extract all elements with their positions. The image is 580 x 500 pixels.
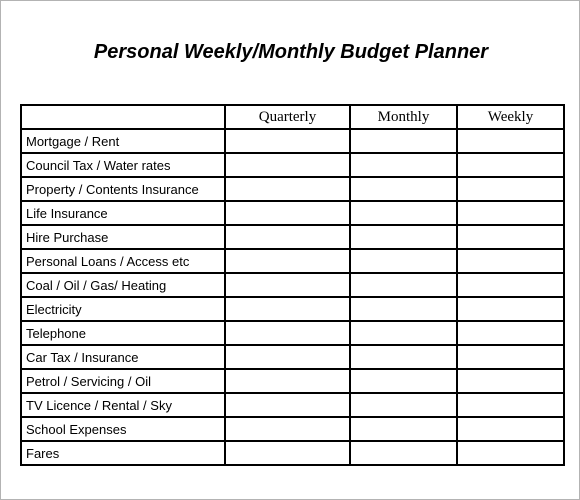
- row-label: Petrol / Servicing / Oil: [20, 368, 226, 394]
- monthly-cell[interactable]: [349, 272, 458, 298]
- document-title: Personal Weekly/Monthly Budget Planner: [93, 41, 489, 63]
- weekly-cell[interactable]: [456, 272, 565, 298]
- quarterly-cell[interactable]: [224, 152, 351, 178]
- weekly-cell[interactable]: [456, 152, 565, 178]
- row-label: Property / Contents Insurance: [20, 176, 226, 202]
- quarterly-cell[interactable]: [224, 272, 351, 298]
- row-label: Mortgage / Rent: [20, 128, 226, 154]
- weekly-cell[interactable]: [456, 248, 565, 274]
- header-row: Quarterly Monthly Weekly: [20, 104, 565, 130]
- quarterly-cell[interactable]: [224, 176, 351, 202]
- table-row: Life Insurance: [20, 200, 565, 226]
- row-label: Personal Loans / Access etc: [20, 248, 226, 274]
- budget-table: Quarterly Monthly Weekly Mortgage / Rent…: [20, 104, 565, 466]
- row-label: Life Insurance: [20, 200, 226, 226]
- quarterly-cell[interactable]: [224, 248, 351, 274]
- weekly-cell[interactable]: [456, 128, 565, 154]
- weekly-cell[interactable]: [456, 296, 565, 322]
- monthly-cell[interactable]: [349, 344, 458, 370]
- table-row: Petrol / Servicing / Oil: [20, 368, 565, 394]
- monthly-cell[interactable]: [349, 248, 458, 274]
- row-label: Hire Purchase: [20, 224, 226, 250]
- quarterly-cell[interactable]: [224, 296, 351, 322]
- weekly-cell[interactable]: [456, 200, 565, 226]
- table-row: Personal Loans / Access etc: [20, 248, 565, 274]
- monthly-cell[interactable]: [349, 416, 458, 442]
- table-row: TV Licence / Rental / Sky: [20, 392, 565, 418]
- quarterly-cell[interactable]: [224, 416, 351, 442]
- quarterly-cell[interactable]: [224, 224, 351, 250]
- weekly-cell[interactable]: [456, 176, 565, 202]
- monthly-cell[interactable]: [349, 392, 458, 418]
- monthly-cell[interactable]: [349, 224, 458, 250]
- table-row: School Expenses: [20, 416, 565, 442]
- table-row: Council Tax / Water rates: [20, 152, 565, 178]
- monthly-cell[interactable]: [349, 128, 458, 154]
- weekly-cell[interactable]: [456, 320, 565, 346]
- row-label: Council Tax / Water rates: [20, 152, 226, 178]
- weekly-cell[interactable]: [456, 440, 565, 466]
- monthly-cell[interactable]: [349, 296, 458, 322]
- monthly-cell[interactable]: [349, 440, 458, 466]
- header-quarterly: Quarterly: [224, 104, 351, 130]
- monthly-cell[interactable]: [349, 368, 458, 394]
- table-row: Hire Purchase: [20, 224, 565, 250]
- row-label: School Expenses: [20, 416, 226, 442]
- table-row: Coal / Oil / Gas/ Heating: [20, 272, 565, 298]
- row-label: Car Tax / Insurance: [20, 344, 226, 370]
- row-label: Telephone: [20, 320, 226, 346]
- header-weekly: Weekly: [456, 104, 565, 130]
- header-category: [20, 104, 226, 130]
- quarterly-cell[interactable]: [224, 320, 351, 346]
- table-row: Car Tax / Insurance: [20, 344, 565, 370]
- row-label: Fares: [20, 440, 226, 466]
- row-label: Electricity: [20, 296, 226, 322]
- monthly-cell[interactable]: [349, 176, 458, 202]
- row-label: Coal / Oil / Gas/ Heating: [20, 272, 226, 298]
- monthly-cell[interactable]: [349, 200, 458, 226]
- row-label: TV Licence / Rental / Sky: [20, 392, 226, 418]
- monthly-cell[interactable]: [349, 320, 458, 346]
- quarterly-cell[interactable]: [224, 392, 351, 418]
- table-row: Electricity: [20, 296, 565, 322]
- monthly-cell[interactable]: [349, 152, 458, 178]
- quarterly-cell[interactable]: [224, 128, 351, 154]
- quarterly-cell[interactable]: [224, 440, 351, 466]
- quarterly-cell[interactable]: [224, 368, 351, 394]
- table-row: Mortgage / Rent: [20, 128, 565, 154]
- table-row: Telephone: [20, 320, 565, 346]
- document-page: Personal Weekly/Monthly Budget Planner Q…: [0, 0, 580, 500]
- weekly-cell[interactable]: [456, 368, 565, 394]
- weekly-cell[interactable]: [456, 224, 565, 250]
- weekly-cell[interactable]: [456, 392, 565, 418]
- table-row: Property / Contents Insurance: [20, 176, 565, 202]
- weekly-cell[interactable]: [456, 416, 565, 442]
- header-monthly: Monthly: [349, 104, 458, 130]
- weekly-cell[interactable]: [456, 344, 565, 370]
- table-row: Fares: [20, 440, 565, 466]
- quarterly-cell[interactable]: [224, 344, 351, 370]
- quarterly-cell[interactable]: [224, 200, 351, 226]
